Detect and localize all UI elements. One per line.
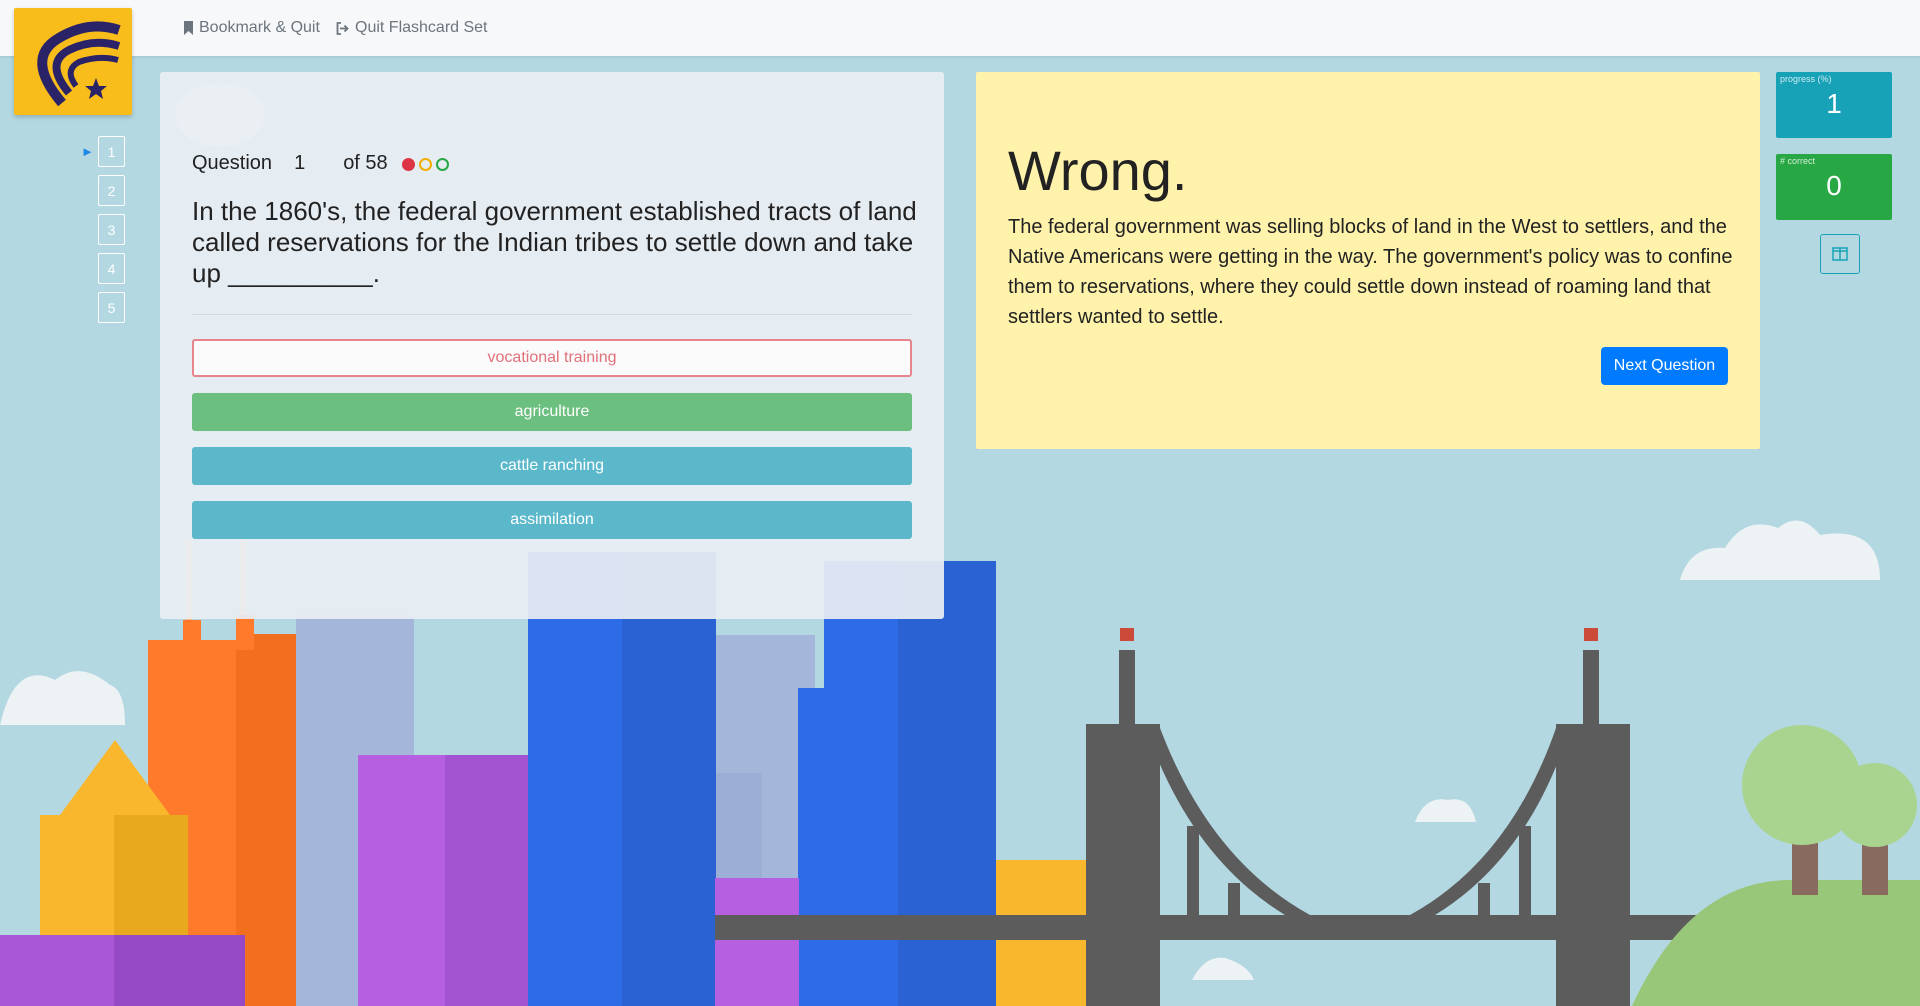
quit-flashcard-label: Quit Flashcard Set — [355, 19, 488, 36]
correct-value: 0 — [1826, 170, 1842, 201]
bookmark-quit-link[interactable]: Bookmark & Quit — [183, 19, 320, 37]
progress-value: 1 — [1826, 88, 1842, 119]
top-nav-bar: Bookmark & Quit Quit Flashcard Set — [0, 0, 1920, 56]
divider — [192, 314, 912, 315]
quit-flashcard-link[interactable]: Quit Flashcard Set — [336, 19, 488, 37]
progress-stat: progress (%) 1 — [1776, 72, 1892, 138]
columns-icon — [1832, 247, 1848, 261]
site-logo[interactable] — [14, 8, 132, 115]
sign-out-icon — [336, 21, 349, 35]
attempt-pending-icon — [436, 158, 449, 171]
progress-label: progress (%) — [1780, 74, 1832, 84]
question-text: In the 1860's, the federal government es… — [192, 196, 917, 288]
question-nav-2[interactable]: 2 — [98, 175, 125, 206]
question-nav-3[interactable]: 3 — [98, 214, 125, 245]
answer-label: vocational training — [487, 349, 617, 366]
bookmark-quit-label: Bookmark & Quit — [199, 19, 320, 36]
question-nav-4[interactable]: 4 — [98, 253, 125, 284]
attempt-indicators — [402, 158, 449, 171]
toggle-layout-button[interactable] — [1820, 234, 1860, 274]
attempt-pending-icon — [419, 158, 432, 171]
feedback-title: Wrong. — [1008, 139, 1188, 202]
answer-option-2[interactable]: agriculture — [192, 393, 912, 431]
bookmark-icon — [184, 21, 193, 35]
answer-option-3[interactable]: cattle ranching — [192, 447, 912, 485]
current-question-arrow-icon: ► — [81, 144, 94, 159]
question-label: Question — [192, 152, 273, 174]
feedback-explanation: The federal government was selling block… — [1008, 216, 1733, 328]
question-header: Question 1 of 58 — [192, 152, 388, 175]
answer-option-4[interactable]: assimilation — [192, 501, 912, 539]
question-nav-1[interactable]: 1 — [98, 136, 125, 167]
question-nav-5[interactable]: 5 — [98, 292, 125, 323]
answer-option-1[interactable]: vocational training — [192, 339, 912, 377]
feedback-card: Wrong. The federal government was sellin… — [976, 72, 1760, 449]
attempt-wrong-icon — [402, 158, 415, 171]
correct-label: # correct — [1780, 156, 1816, 166]
question-number: 1 — [294, 152, 306, 174]
answer-label: cattle ranching — [499, 457, 605, 474]
logo-icon — [37, 21, 121, 107]
answer-label: assimilation — [510, 511, 594, 528]
question-total: of 58 — [343, 152, 388, 174]
next-question-button[interactable]: Next Question — [1601, 347, 1728, 385]
question-card: Question 1 of 58 In the 1860's, the federa… — [160, 72, 944, 619]
answer-label: agriculture — [514, 403, 590, 420]
correct-stat: # correct 0 — [1776, 154, 1892, 220]
